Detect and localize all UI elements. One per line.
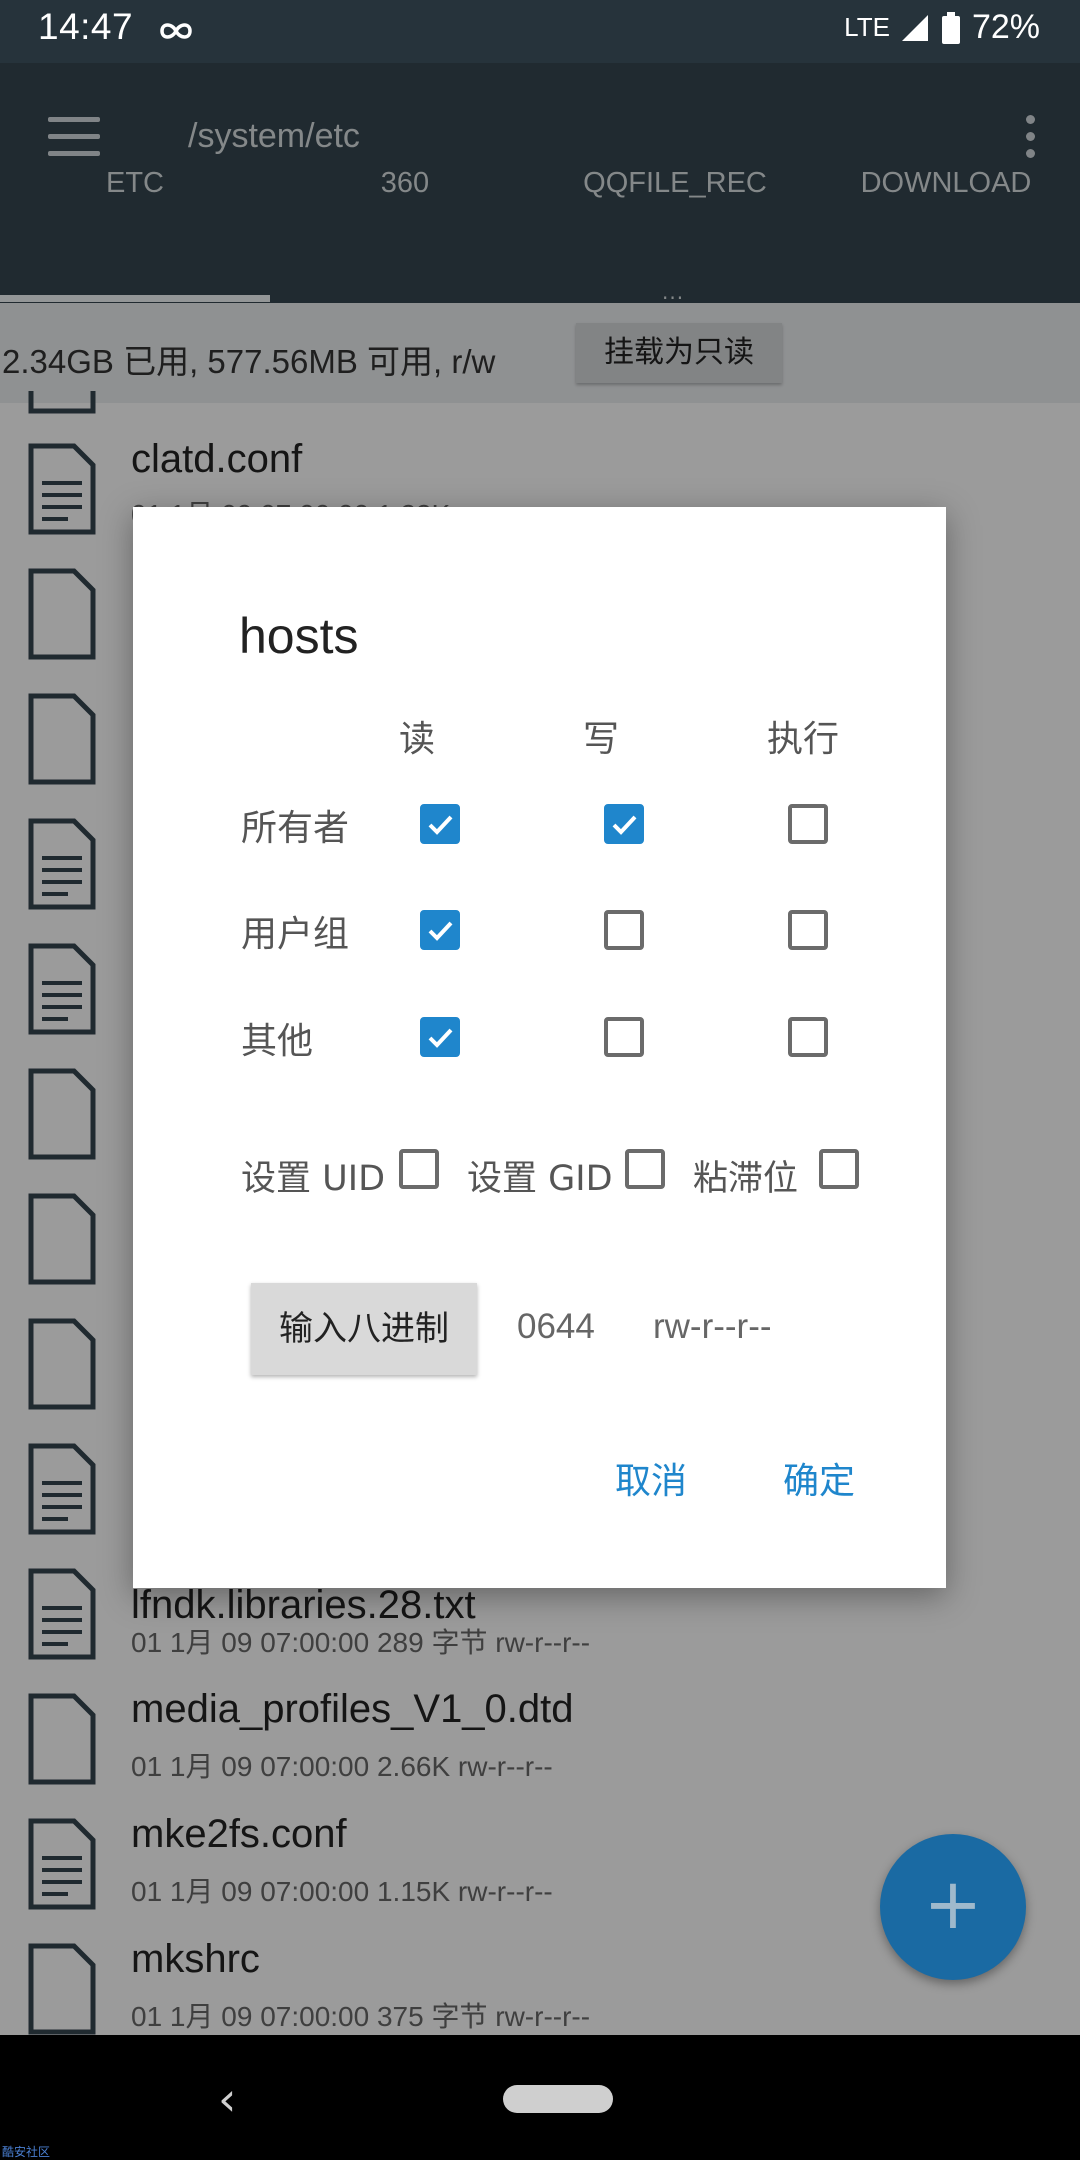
confirm-button[interactable]: 确定 <box>783 1452 855 1504</box>
others-read-checkbox[interactable] <box>420 1017 460 1057</box>
others-execute-checkbox[interactable] <box>788 1017 828 1057</box>
setgid-checkbox[interactable] <box>625 1149 665 1189</box>
group-write-checkbox[interactable] <box>604 910 644 950</box>
column-write: 写 <box>583 719 620 760</box>
signal-icon <box>901 14 928 41</box>
status-right: LTE 72% <box>844 8 1040 47</box>
infinity-icon <box>160 23 192 39</box>
row-owner-label: 所有者 <box>241 808 350 849</box>
row-group-label: 用户组 <box>241 914 350 955</box>
column-read: 读 <box>399 719 436 760</box>
sticky-bit-checkbox[interactable] <box>819 1149 859 1189</box>
battery-level: 72% <box>971 8 1040 46</box>
add-fab-button[interactable]: + <box>880 1834 1026 1980</box>
owner-write-checkbox[interactable] <box>604 804 644 844</box>
setuid-checkbox[interactable] <box>399 1149 439 1189</box>
battery-icon <box>941 11 960 44</box>
network-type: LTE <box>844 12 890 42</box>
enter-octal-button[interactable]: 输入八进制 <box>251 1283 477 1375</box>
clock: 14:47 <box>38 6 134 47</box>
row-others-label: 其他 <box>241 1021 314 1062</box>
others-write-checkbox[interactable] <box>604 1017 644 1057</box>
back-icon[interactable]: ‹ <box>218 2072 236 2126</box>
navigation-bar: ‹ <box>0 2035 1080 2160</box>
permission-string: rw-r--r-- <box>653 1307 772 1346</box>
group-read-checkbox[interactable] <box>420 910 460 950</box>
setuid-label: 设置 UID <box>241 1159 386 1199</box>
owner-execute-checkbox[interactable] <box>788 804 828 844</box>
column-execute: 执行 <box>767 719 840 760</box>
home-pill[interactable] <box>503 2085 613 2113</box>
owner-read-checkbox[interactable] <box>420 804 460 844</box>
permissions-dialog: hosts 读 写 执行 所有者 用户组 其他 设置 UID 设置 GID 粘滞… <box>133 507 946 1588</box>
cancel-button[interactable]: 取消 <box>615 1452 687 1504</box>
status-bar: 14:47 LTE 72% <box>0 0 1080 63</box>
octal-value: 0644 <box>517 1307 595 1346</box>
setgid-label: 设置 GID <box>467 1159 613 1199</box>
watermark: 酷安社区 <box>2 2145 51 2159</box>
dialog-title: hosts <box>239 608 359 664</box>
sticky-bit-label: 粘滞位 <box>693 1159 799 1199</box>
group-execute-checkbox[interactable] <box>788 910 828 950</box>
